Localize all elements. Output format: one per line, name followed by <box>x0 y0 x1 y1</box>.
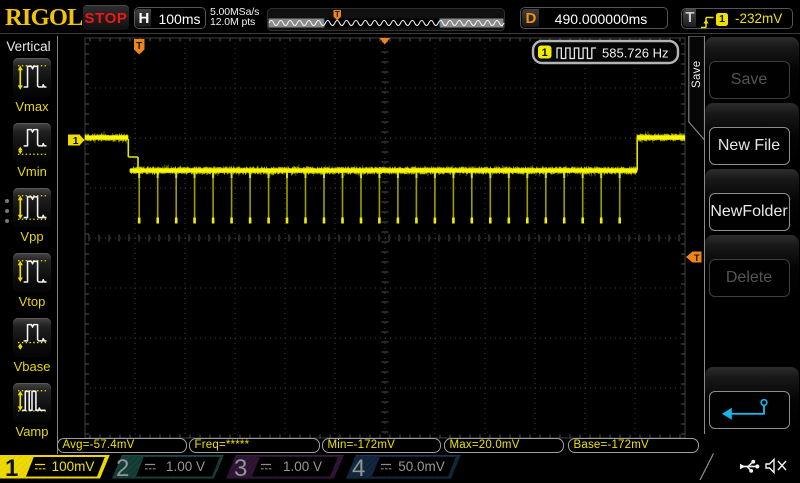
svg-text:T: T <box>694 253 700 264</box>
svg-text:1: 1 <box>73 135 79 147</box>
svg-text:1: 1 <box>542 47 548 59</box>
svg-text:T: T <box>335 10 340 19</box>
svg-text:585.726 Hz: 585.726 Hz <box>602 46 669 61</box>
svg-text:T: T <box>136 41 142 52</box>
